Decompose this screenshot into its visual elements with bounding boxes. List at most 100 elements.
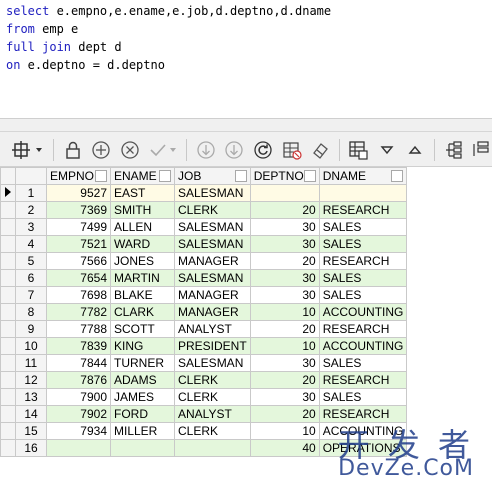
cell-ename[interactable]: MARTIN (110, 269, 175, 287)
table-row[interactable]: 13 7900 JAMES CLERK 30 SALES (0, 388, 408, 406)
cell-job[interactable]: ANALYST (174, 320, 251, 338)
cell-ename[interactable]: EAST (110, 184, 175, 202)
cell-job[interactable]: CLERK (174, 371, 251, 389)
cell-empno[interactable]: 7839 (46, 337, 111, 355)
table-row[interactable]: 9 7788 SCOTT ANALYST 20 RESEARCH (0, 320, 408, 338)
cell-job[interactable]: MANAGER (174, 252, 251, 270)
cell-empno[interactable] (46, 439, 111, 457)
cell-deptno[interactable]: 40 (249, 439, 320, 457)
cell-deptno[interactable]: 20 (249, 320, 320, 338)
column-filter-icon[interactable] (303, 170, 316, 182)
cell-dname[interactable]: SALES (318, 218, 408, 236)
row-indicator[interactable] (0, 439, 16, 457)
table-row[interactable]: 6 7654 MARTIN SALESMAN 30 SALES (0, 269, 408, 287)
cell-empno[interactable]: 7788 (46, 320, 111, 338)
post-icon[interactable] (148, 139, 178, 161)
cell-ename[interactable]: CLARK (110, 303, 175, 321)
cell-ename[interactable]: JAMES (110, 388, 175, 406)
cell-deptno[interactable]: 20 (249, 371, 320, 389)
more-icon[interactable] (471, 139, 492, 161)
cell-deptno[interactable]: 30 (249, 218, 320, 236)
cell-empno[interactable]: 7499 (46, 218, 111, 236)
row-indicator[interactable] (0, 320, 16, 338)
row-number[interactable]: 16 (15, 439, 47, 457)
cell-ename[interactable]: FORD (110, 405, 175, 423)
row-indicator[interactable] (0, 218, 16, 236)
row-number[interactable]: 1 (15, 184, 47, 202)
cell-ename[interactable]: SMITH (110, 201, 175, 219)
delete-row-icon[interactable] (120, 139, 141, 161)
row-number[interactable]: 6 (15, 269, 47, 287)
cell-empno[interactable]: 7844 (46, 354, 111, 372)
cell-dname[interactable]: RESEARCH (318, 252, 408, 270)
cell-ename[interactable]: KING (110, 337, 175, 355)
cell-job[interactable]: SALESMAN (174, 184, 251, 202)
cell-job[interactable]: SALESMAN (174, 235, 251, 253)
cell-job[interactable]: CLERK (174, 201, 251, 219)
cell-job[interactable] (174, 439, 251, 457)
cell-dname[interactable]: RESEARCH (318, 320, 408, 338)
row-number[interactable]: 11 (15, 354, 47, 372)
row-number[interactable]: 5 (15, 252, 47, 270)
cell-ename[interactable]: BLAKE (110, 286, 175, 304)
cell-job[interactable]: MANAGER (174, 303, 251, 321)
row-indicator[interactable] (0, 371, 16, 389)
cell-deptno[interactable]: 30 (249, 286, 320, 304)
sql-editor[interactable]: select e.empno,e.ename,e.job,d.deptno,d.… (0, 0, 492, 119)
row-indicator[interactable] (0, 286, 16, 304)
row-number[interactable]: 8 (15, 303, 47, 321)
row-number[interactable]: 15 (15, 422, 47, 440)
cell-ename[interactable]: ALLEN (110, 218, 175, 236)
tree-icon[interactable] (443, 139, 464, 161)
cell-job[interactable]: PRESIDENT (174, 337, 251, 355)
row-number[interactable]: 9 (15, 320, 47, 338)
table-row[interactable]: 1 9527 EAST SALESMAN (0, 184, 408, 202)
cell-job[interactable]: MANAGER (174, 286, 251, 304)
cell-ename[interactable]: JONES (110, 252, 175, 270)
cell-deptno[interactable]: 30 (249, 269, 320, 287)
cell-empno[interactable]: 7369 (46, 201, 111, 219)
cell-job[interactable]: SALESMAN (174, 269, 251, 287)
cell-empno[interactable]: 7900 (46, 388, 111, 406)
cell-ename[interactable]: TURNER (110, 354, 175, 372)
table-row[interactable]: 5 7566 JONES MANAGER 20 RESEARCH (0, 252, 408, 270)
cell-dname[interactable]: SALES (318, 235, 408, 253)
cell-empno[interactable]: 7654 (46, 269, 111, 287)
column-header-dname[interactable]: DNAME (318, 167, 408, 185)
table-row[interactable]: 2 7369 SMITH CLERK 20 RESEARCH (0, 201, 408, 219)
row-indicator[interactable] (0, 337, 16, 355)
clear-icon[interactable] (281, 139, 302, 161)
cell-empno[interactable]: 7698 (46, 286, 111, 304)
cell-ename[interactable]: MILLER (110, 422, 175, 440)
table-row[interactable]: 12 7876 ADAMS CLERK 20 RESEARCH (0, 371, 408, 389)
cell-empno[interactable]: 9527 (46, 184, 111, 202)
last-icon[interactable] (224, 139, 245, 161)
cell-ename[interactable]: SCOTT (110, 320, 175, 338)
column-header-ename[interactable]: ENAME (110, 167, 175, 185)
column-header-deptno[interactable]: DEPTNO (249, 167, 320, 185)
row-number[interactable]: 13 (15, 388, 47, 406)
cell-empno[interactable]: 7934 (46, 422, 111, 440)
column-filter-icon[interactable] (234, 170, 247, 182)
cell-job[interactable]: CLERK (174, 422, 251, 440)
table-row[interactable]: 8 7782 CLARK MANAGER 10 ACCOUNTING (0, 303, 408, 321)
row-number[interactable]: 3 (15, 218, 47, 236)
cell-deptno[interactable]: 20 (249, 405, 320, 423)
row-indicator[interactable] (0, 405, 16, 423)
table-row[interactable]: 11 7844 TURNER SALESMAN 30 SALES (0, 354, 408, 372)
column-filter-icon[interactable] (95, 170, 107, 182)
cell-deptno[interactable] (249, 184, 320, 202)
row-indicator[interactable] (0, 354, 16, 372)
row-number[interactable]: 2 (15, 201, 47, 219)
row-indicator[interactable] (0, 269, 16, 287)
sort-asc-icon[interactable] (405, 139, 426, 161)
current-row-indicator-icon[interactable] (0, 184, 16, 202)
cell-deptno[interactable]: 10 (249, 337, 320, 355)
cell-deptno[interactable]: 10 (249, 303, 320, 321)
first-icon[interactable] (195, 139, 216, 161)
row-indicator[interactable] (0, 235, 16, 253)
cell-ename[interactable]: ADAMS (110, 371, 175, 389)
cell-deptno[interactable]: 20 (249, 201, 320, 219)
row-number[interactable]: 4 (15, 235, 47, 253)
row-indicator[interactable] (0, 388, 16, 406)
